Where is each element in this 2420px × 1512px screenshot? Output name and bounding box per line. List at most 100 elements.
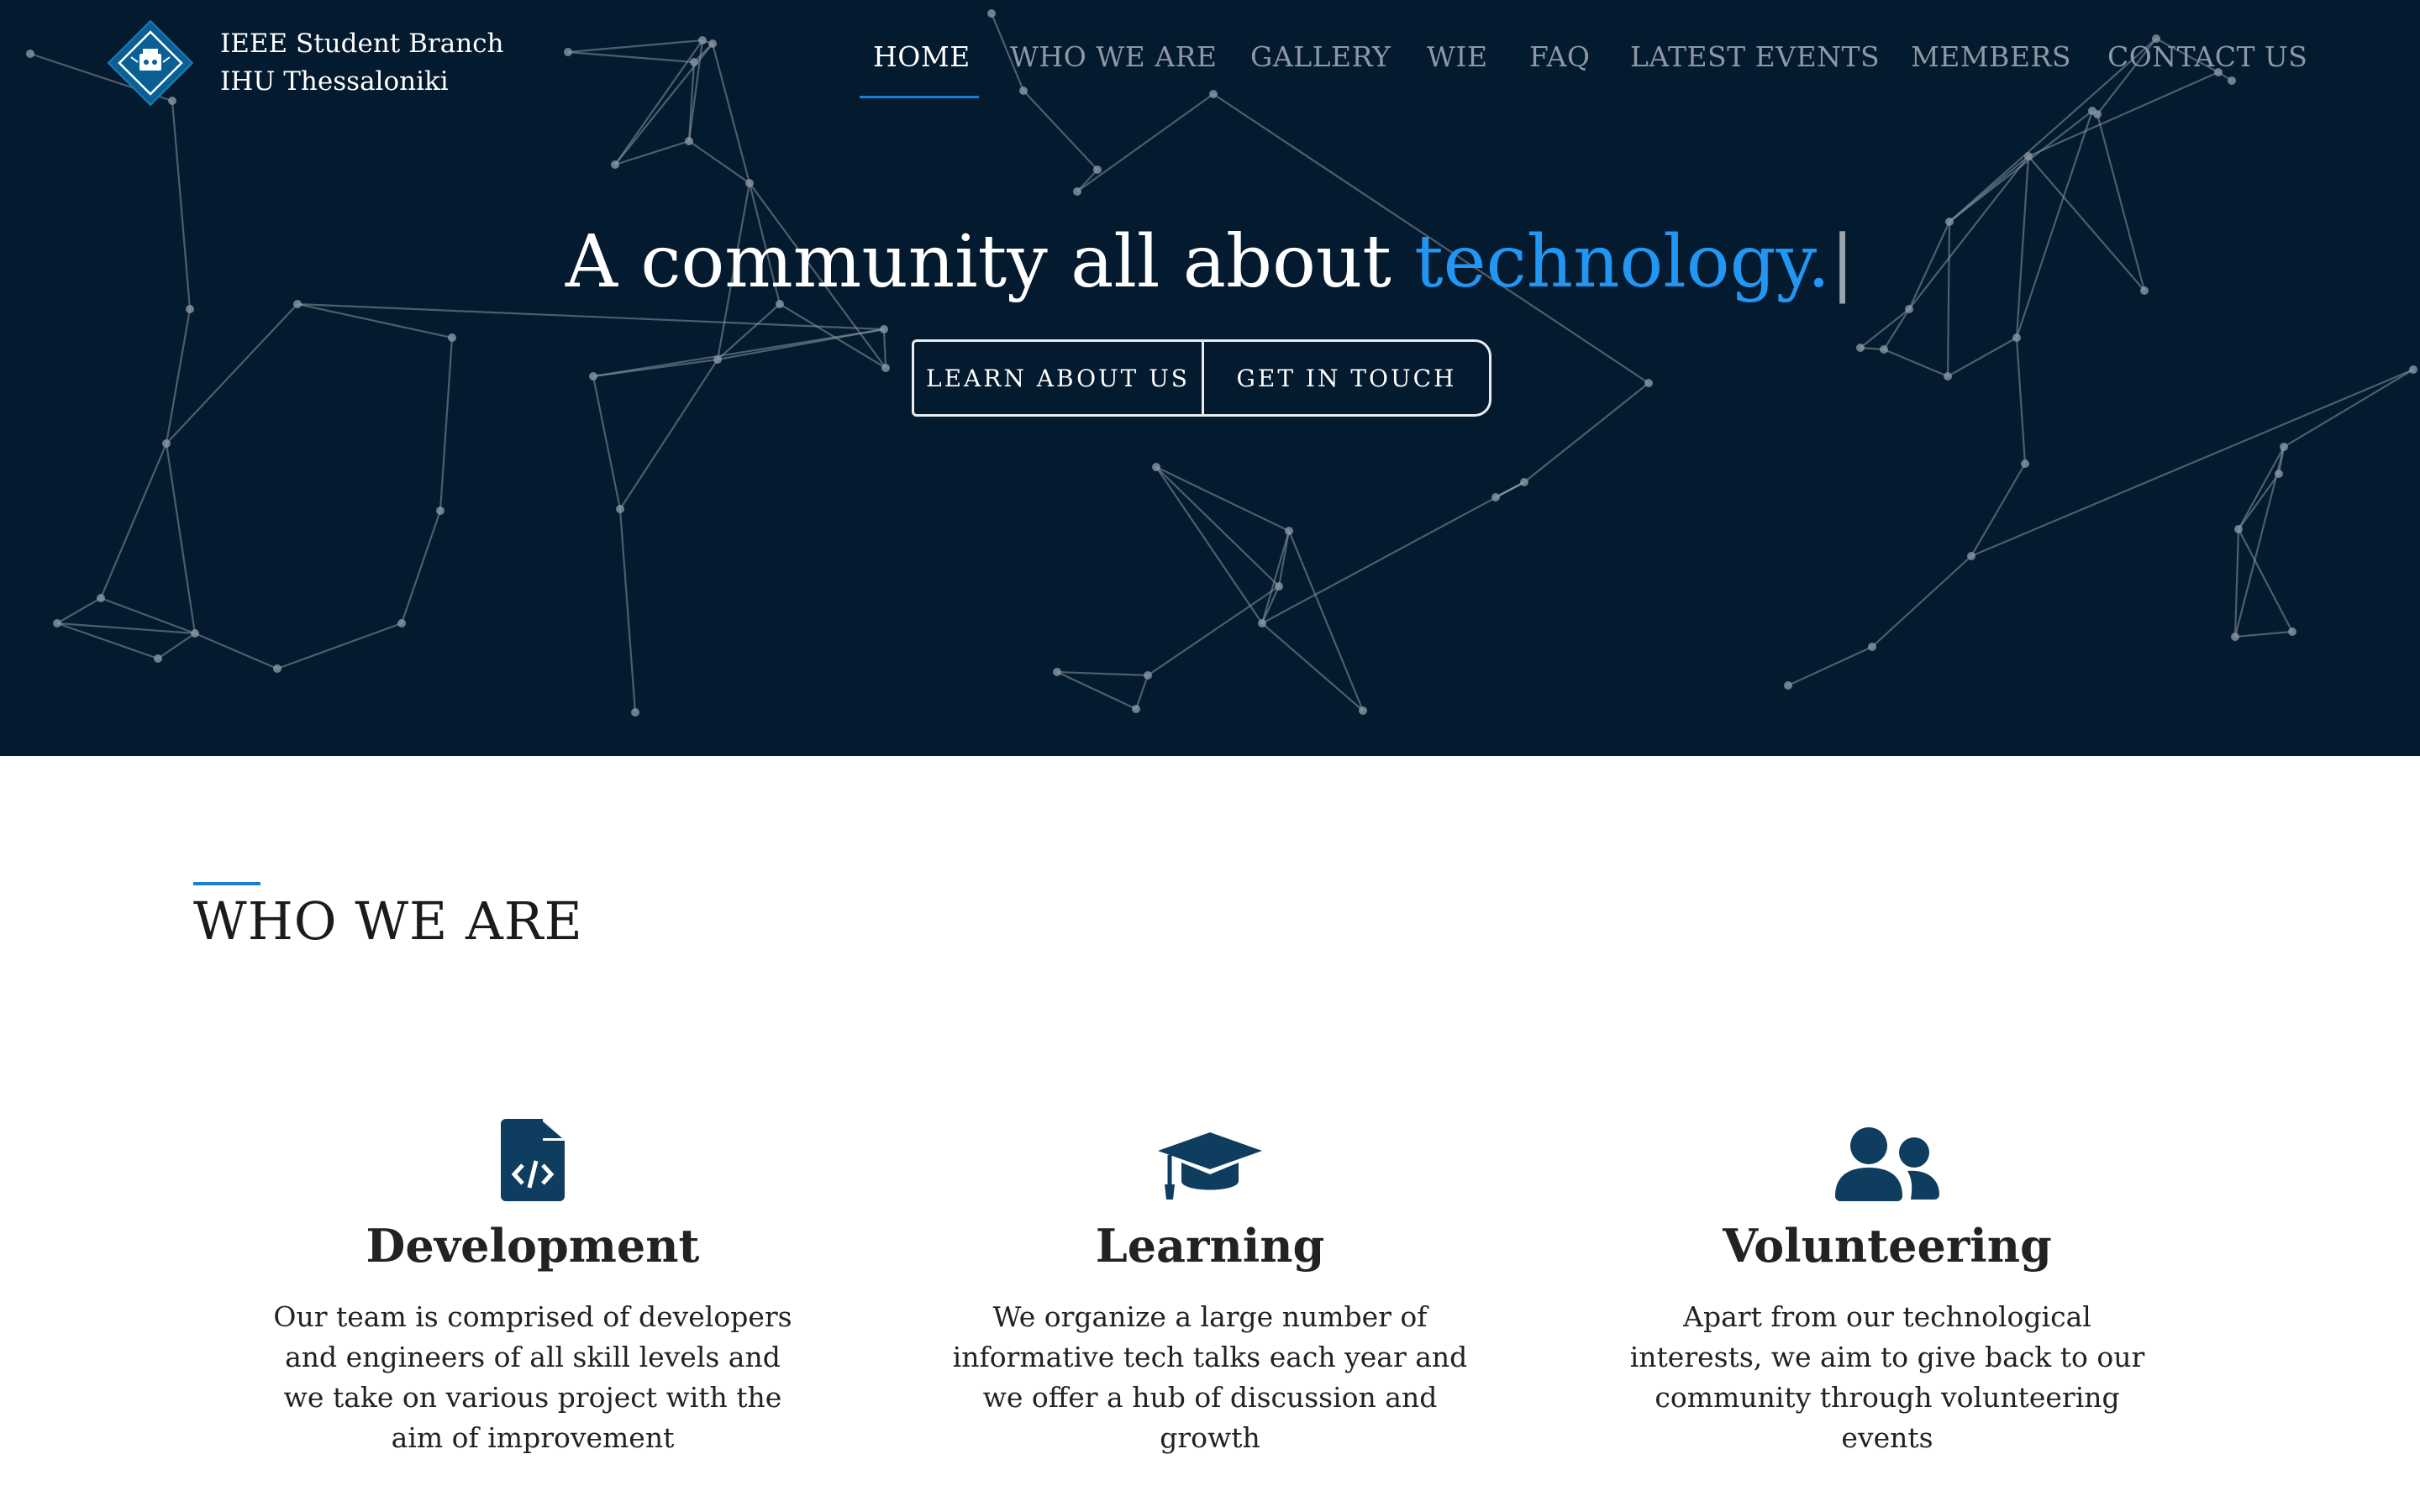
network-node <box>631 708 639 717</box>
network-line <box>56 597 102 624</box>
feature-development: Development Our team is comprised of dev… <box>264 1117 802 1458</box>
network-node <box>1152 463 1160 471</box>
network-line <box>1023 90 1098 171</box>
nav-wie[interactable]: WIE <box>1427 40 1488 73</box>
network-node <box>1868 643 1876 651</box>
hero-headline: A community all about technology.| <box>0 220 2420 304</box>
network-line <box>1261 622 1364 711</box>
network-line <box>2283 369 2414 448</box>
network-node <box>2288 627 2296 636</box>
network-line <box>592 375 622 510</box>
network-line <box>2238 473 2280 530</box>
network-line <box>2234 630 2293 638</box>
network-line <box>2238 528 2293 633</box>
network-line <box>400 510 442 624</box>
network-line <box>56 622 159 660</box>
nav-home[interactable]: HOME <box>873 40 971 73</box>
feature-title: Learning <box>1095 1219 1325 1273</box>
file-code-icon <box>501 1119 565 1201</box>
network-node <box>1093 165 1102 174</box>
network-node <box>589 372 597 381</box>
feature-description: Our team is comprised of developers and … <box>273 1300 792 1454</box>
network-node <box>1285 527 1293 535</box>
network-node <box>1784 681 1792 690</box>
network-node <box>616 505 624 513</box>
network-node <box>713 355 722 364</box>
network-node <box>1073 187 1081 196</box>
network-node <box>881 364 890 372</box>
network-node <box>1144 671 1152 680</box>
feature-description: Apart from our technological interests, … <box>1629 1300 2145 1454</box>
network-node <box>1258 619 1266 627</box>
network-line <box>1523 382 1649 483</box>
network-node <box>2012 333 2021 342</box>
network-line <box>2233 528 2240 638</box>
get-in-touch-button[interactable]: GET IN TOUCH <box>1204 342 1489 414</box>
network-node <box>397 619 406 627</box>
feature-learning: Learning We organize a large number of i… <box>941 1117 1479 1458</box>
network-line <box>2238 446 2285 530</box>
network-line <box>1947 337 2018 377</box>
network-node <box>1644 379 1653 387</box>
network-node <box>1967 552 1975 560</box>
feature-title: Volunteering <box>1723 1219 2052 1273</box>
learn-about-us-button[interactable]: LEARN ABOUT US <box>914 342 1204 414</box>
network-line <box>1155 466 1263 624</box>
network-line <box>1287 530 1365 711</box>
network-line <box>1495 481 1525 498</box>
network-line <box>165 443 197 634</box>
network-node <box>2234 525 2243 533</box>
network-node <box>1491 493 1500 501</box>
network-line <box>2015 337 2027 465</box>
feature-volunteering: Volunteering Apart from our technologica… <box>1618 1117 2156 1458</box>
network-node <box>2280 443 2288 451</box>
network-node <box>1880 345 1888 354</box>
users-icon <box>1835 1127 1939 1201</box>
network-line <box>439 337 454 512</box>
network-line <box>619 359 718 510</box>
network-node <box>685 137 693 145</box>
network-node <box>191 629 199 638</box>
network-line <box>1883 348 1949 378</box>
nav-gallery[interactable]: GALLERY <box>1250 40 1391 73</box>
section-title: WHO WE ARE <box>193 890 583 952</box>
network-node <box>436 507 445 515</box>
network-line <box>614 139 690 166</box>
network-node <box>1275 582 1283 591</box>
graduation-cap-icon <box>1158 1132 1262 1200</box>
feature-description: We organize a large number of informativ… <box>952 1300 1468 1454</box>
network-line <box>618 508 637 713</box>
network-node <box>1944 372 1952 381</box>
nav-latest-events[interactable]: LATEST EVENTS <box>1630 40 1880 73</box>
hero-button-group: LEARN ABOUT US GET IN TOUCH <box>912 339 1491 417</box>
network-node <box>1856 344 1865 352</box>
nav-members[interactable]: MEMBERS <box>1911 40 2071 73</box>
nav-faq[interactable]: FAQ <box>1529 40 1590 73</box>
network-line <box>1970 368 2414 558</box>
network-node <box>2021 459 2029 468</box>
headline-accent: technology. <box>1414 220 1831 304</box>
network-node <box>2231 633 2239 641</box>
network-node <box>1053 668 1061 676</box>
nav-who-we-are[interactable]: WHO WE ARE <box>1010 40 1218 73</box>
network-node <box>2275 470 2283 478</box>
network-node <box>1905 305 1913 313</box>
network-line <box>194 632 278 670</box>
network-node <box>2024 152 2033 160</box>
network-node <box>2409 365 2417 374</box>
network-line <box>99 443 168 599</box>
nav-contact-us[interactable]: CONTACT US <box>2107 40 2307 73</box>
network-line <box>166 303 298 444</box>
network-node <box>987 9 996 18</box>
network-line <box>1860 308 1910 349</box>
headline-prefix: A community all about <box>565 220 1415 304</box>
network-line <box>276 622 402 670</box>
network-node <box>1132 705 1140 713</box>
network-line <box>882 328 887 369</box>
section-accent-line <box>193 882 260 885</box>
nav-active-underline <box>860 96 979 98</box>
network-line <box>1883 308 1910 350</box>
network-node <box>1359 706 1367 715</box>
network-line <box>1056 671 1137 710</box>
network-node <box>448 333 456 342</box>
